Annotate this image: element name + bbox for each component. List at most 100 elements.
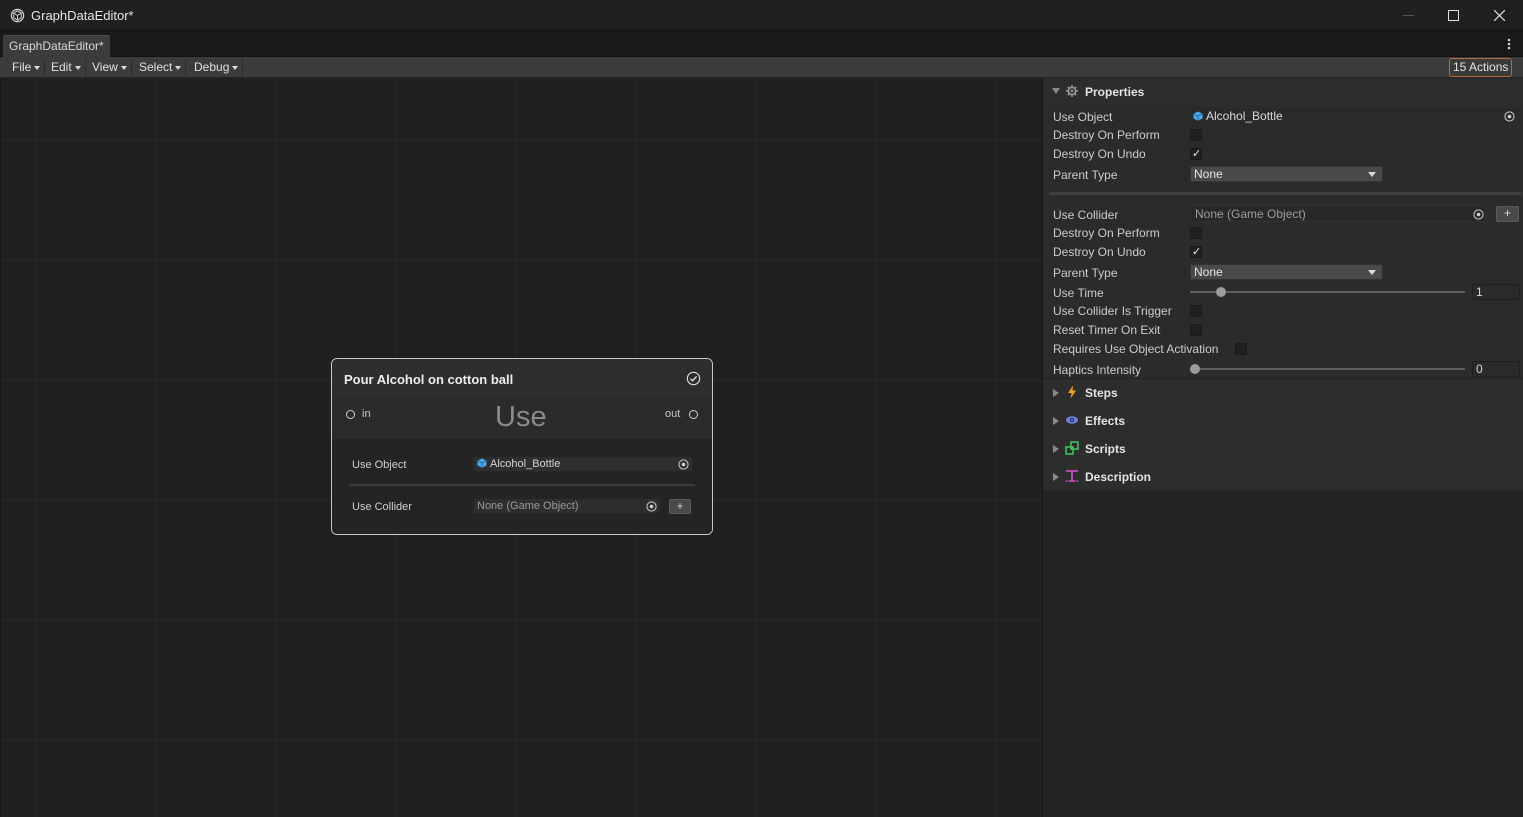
node-use-collider-field[interactable]: None (Game Object) bbox=[473, 498, 661, 514]
use-collider-field[interactable]: None (Game Object) bbox=[1190, 205, 1486, 222]
section-description-title: Description bbox=[1085, 470, 1152, 484]
chevron-down-icon bbox=[175, 65, 182, 70]
menu-file-label: File bbox=[12, 60, 32, 74]
section-scripts-header[interactable]: Scripts bbox=[1043, 435, 1523, 463]
maximize-icon bbox=[1447, 10, 1459, 21]
section-properties-header[interactable]: Properties bbox=[1043, 78, 1523, 106]
add-collider-button[interactable]: + bbox=[1496, 206, 1519, 222]
destroy-on-perform-label: Destroy On Perform bbox=[1053, 128, 1160, 142]
destroy-on-undo-checkbox-2[interactable]: ✓ bbox=[1190, 246, 1202, 258]
node-use-collider-value: None (Game Object) bbox=[477, 500, 579, 512]
parent-type-dropdown-2[interactable]: None bbox=[1190, 264, 1383, 280]
haptics-intensity-input[interactable]: 0 bbox=[1472, 361, 1520, 377]
use-time-slider[interactable] bbox=[1190, 291, 1465, 293]
use-time-label: Use Time bbox=[1053, 286, 1104, 300]
foldout-closed-icon bbox=[1053, 389, 1059, 397]
in-port-icon[interactable] bbox=[346, 410, 355, 419]
menu-edit-label: Edit bbox=[51, 60, 72, 74]
parent-type-dropdown[interactable]: None bbox=[1190, 166, 1383, 182]
section-steps-header[interactable]: Steps bbox=[1043, 379, 1523, 407]
menu-view-label: View bbox=[92, 60, 118, 74]
haptics-intensity-slider[interactable] bbox=[1190, 368, 1465, 370]
use-collider-is-trigger-label: Use Collider Is Trigger bbox=[1053, 304, 1172, 318]
node-body bbox=[332, 439, 712, 534]
cube-icon bbox=[477, 458, 487, 468]
maximize-button[interactable] bbox=[1430, 0, 1476, 31]
object-picker-icon[interactable] bbox=[1504, 111, 1515, 122]
inspector-panel: Properties Use Object Alcohol_Bottle Des… bbox=[1042, 78, 1523, 817]
chevron-down-icon bbox=[1368, 172, 1376, 177]
use-object-value: Alcohol_Bottle bbox=[1206, 109, 1283, 123]
foldout-closed-icon bbox=[1053, 445, 1059, 453]
actions-count-button[interactable]: 15 Actions bbox=[1449, 58, 1513, 77]
parent-type-label-2: Parent Type bbox=[1053, 266, 1118, 280]
chevron-down-icon bbox=[232, 65, 239, 70]
menu-select[interactable]: Select bbox=[135, 59, 187, 77]
requires-use-object-activation-label: Requires Use Object Activation bbox=[1053, 342, 1219, 356]
use-time-slider-handle[interactable] bbox=[1216, 287, 1226, 297]
node-type-label: Use bbox=[495, 401, 547, 433]
menu-select-label: Select bbox=[139, 60, 173, 74]
section-steps-title: Steps bbox=[1085, 386, 1118, 400]
foldout-closed-icon bbox=[1053, 417, 1059, 425]
use-object-label: Use Object bbox=[1053, 110, 1113, 124]
foldout-open-icon bbox=[1052, 88, 1060, 94]
node-use-collider-label: Use Collider bbox=[352, 501, 412, 513]
minimize-icon bbox=[1402, 15, 1414, 16]
eye-icon bbox=[1066, 416, 1078, 424]
section-effects-title: Effects bbox=[1085, 414, 1126, 428]
reset-timer-on-exit-checkbox[interactable] bbox=[1190, 324, 1202, 336]
gear-icon bbox=[1066, 85, 1078, 97]
node-ports: in Use out bbox=[332, 397, 712, 439]
toolbar: File Edit View Select Debug 15 Actions bbox=[0, 57, 1523, 78]
menu-file[interactable]: File bbox=[8, 59, 46, 77]
chevron-down-icon bbox=[120, 65, 127, 70]
unity-logo-icon bbox=[10, 8, 25, 23]
chevron-down-icon bbox=[1368, 270, 1376, 275]
node-add-collider-button[interactable]: + bbox=[669, 499, 691, 514]
graph-canvas[interactable]: Pour Alcohol on cotton ball in Use out U… bbox=[0, 78, 1042, 817]
menu-debug[interactable]: Debug bbox=[190, 59, 244, 77]
haptics-intensity-slider-handle[interactable] bbox=[1190, 364, 1200, 374]
parent-type-value: None bbox=[1194, 167, 1223, 181]
tab-graph-data-editor[interactable]: GraphDataEditor* bbox=[3, 35, 110, 57]
node-use-object-value: Alcohol_Bottle bbox=[490, 458, 561, 470]
close-icon bbox=[1493, 10, 1505, 21]
cube-icon bbox=[1193, 111, 1203, 121]
node-header[interactable]: Pour Alcohol on cotton ball bbox=[332, 359, 712, 397]
section-description-header[interactable]: Description bbox=[1043, 463, 1523, 491]
out-port-icon[interactable] bbox=[689, 410, 698, 419]
use-time-input[interactable]: 1 bbox=[1472, 284, 1520, 300]
destroy-on-undo-checkbox[interactable]: ✓ bbox=[1190, 148, 1202, 160]
node-use-object-field[interactable]: Alcohol_Bottle bbox=[473, 456, 693, 472]
minimize-button[interactable] bbox=[1385, 0, 1431, 31]
use-collider-is-trigger-checkbox[interactable] bbox=[1190, 305, 1202, 317]
in-port-label: in bbox=[362, 408, 371, 420]
section-effects-header[interactable]: Effects bbox=[1043, 407, 1523, 435]
lightning-icon bbox=[1068, 385, 1076, 399]
more-options-icon[interactable] bbox=[1504, 36, 1514, 52]
reset-timer-on-exit-label: Reset Timer On Exit bbox=[1053, 323, 1161, 337]
foldout-closed-icon bbox=[1053, 473, 1059, 481]
use-object-field[interactable]: Alcohol_Bottle bbox=[1189, 108, 1519, 125]
object-picker-icon[interactable] bbox=[646, 501, 657, 512]
destroy-on-undo-label: Destroy On Undo bbox=[1053, 147, 1146, 161]
destroy-on-perform-checkbox-2[interactable] bbox=[1190, 227, 1202, 239]
object-picker-icon[interactable] bbox=[678, 459, 689, 470]
menu-view[interactable]: View bbox=[88, 59, 132, 77]
close-button[interactable] bbox=[1476, 0, 1522, 31]
menu-debug-label: Debug bbox=[194, 60, 230, 74]
tab-bar: GraphDataEditor* bbox=[0, 31, 1523, 57]
object-picker-icon[interactable] bbox=[1473, 209, 1484, 220]
node-separator bbox=[349, 484, 695, 486]
graph-node[interactable]: Pour Alcohol on cotton ball in Use out U… bbox=[331, 358, 713, 535]
text-cursor-icon bbox=[1065, 469, 1079, 483]
destroy-on-perform-checkbox[interactable] bbox=[1190, 129, 1202, 141]
section-properties-title: Properties bbox=[1085, 85, 1145, 99]
checkmark-icon: ✓ bbox=[1192, 246, 1202, 258]
node-title: Pour Alcohol on cotton ball bbox=[344, 372, 514, 387]
chevron-down-icon bbox=[74, 65, 81, 70]
menu-edit[interactable]: Edit bbox=[47, 59, 86, 77]
requires-use-object-activation-checkbox[interactable] bbox=[1235, 343, 1247, 355]
properties-separator bbox=[1049, 192, 1521, 195]
